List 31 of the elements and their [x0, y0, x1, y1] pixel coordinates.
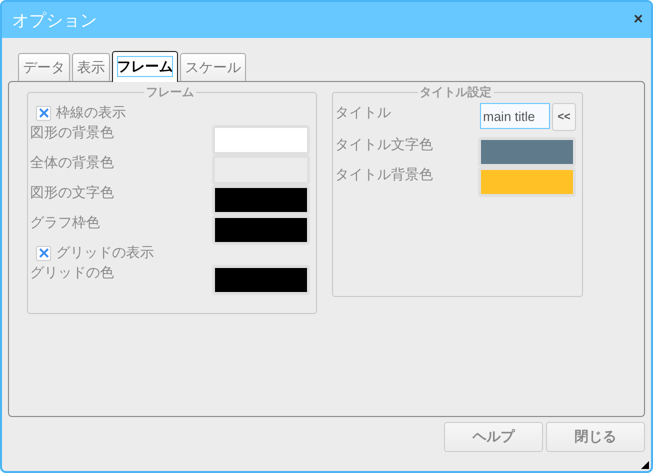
- color-swatch[interactable]: [212, 185, 310, 215]
- field-label: タイトル: [335, 104, 391, 123]
- color-swatch[interactable]: [212, 215, 310, 245]
- dialog-button[interactable]: ヘルプ: [444, 422, 543, 452]
- window-title: オプション: [12, 10, 97, 32]
- close-button[interactable]: ×: [634, 11, 643, 29]
- field-label: タイトル背景色: [335, 166, 433, 185]
- checkbox-label: 枠線の表示: [56, 104, 126, 123]
- tab[interactable]: スケール: [180, 53, 246, 81]
- field-label: 図形の文字色: [30, 184, 114, 203]
- color-swatch[interactable]: [478, 137, 576, 167]
- field-label: グリッドの色: [30, 264, 114, 283]
- insert-button[interactable]: <<: [552, 103, 576, 131]
- checkbox[interactable]: [36, 106, 51, 120]
- tab[interactable]: 表示: [72, 53, 110, 81]
- tab[interactable]: フレーム: [112, 51, 178, 82]
- color-swatch[interactable]: [212, 125, 310, 155]
- resize-grip-icon[interactable]: [641, 461, 649, 469]
- tab[interactable]: データ: [18, 53, 70, 81]
- field-label: 図形の背景色: [30, 124, 114, 143]
- dialog-button[interactable]: 閉じる: [546, 422, 645, 452]
- color-swatch[interactable]: [212, 265, 310, 295]
- field-label: グラフ枠色: [30, 214, 100, 233]
- field-label: タイトル文字色: [335, 136, 433, 155]
- title-input-field[interactable]: main title: [480, 103, 550, 129]
- checkbox-label: グリッドの表示: [56, 244, 154, 263]
- field-label: 全体の背景色: [30, 154, 114, 173]
- color-swatch[interactable]: [478, 167, 576, 197]
- group-legend: フレーム: [144, 84, 196, 101]
- checkbox[interactable]: [36, 246, 51, 260]
- group-legend: タイトル設定: [418, 84, 494, 101]
